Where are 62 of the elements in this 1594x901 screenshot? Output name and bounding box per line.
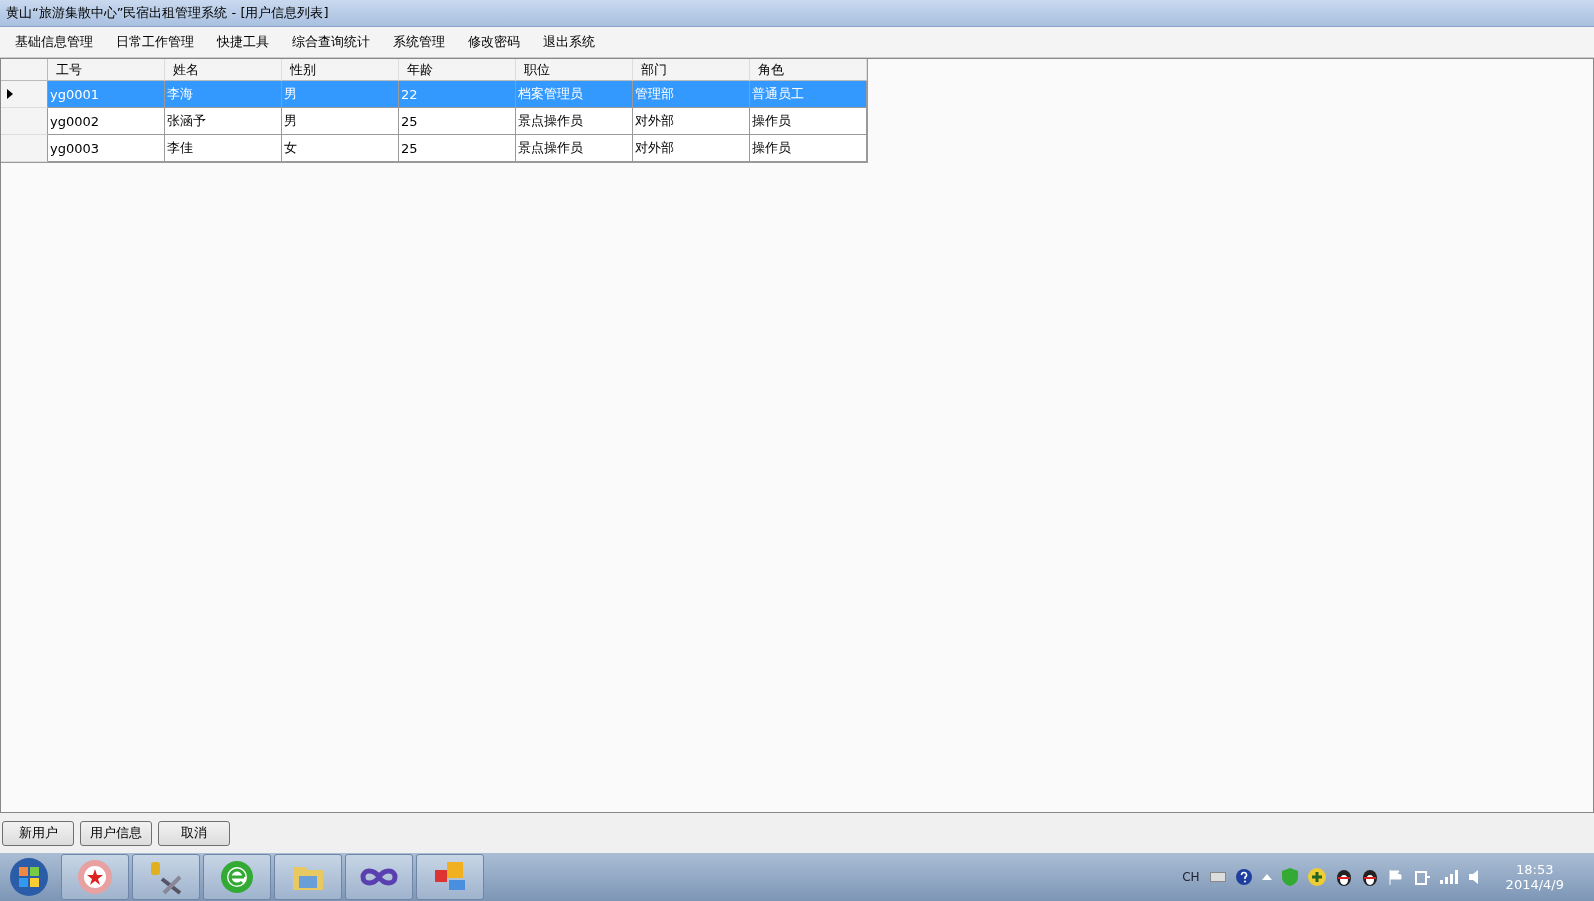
action-button[interactable]: 用户信息 bbox=[80, 820, 152, 846]
table-cell: 档案管理员 bbox=[516, 81, 633, 108]
column-header[interactable]: 职位 bbox=[516, 59, 633, 81]
windows-logo-icon bbox=[9, 857, 49, 897]
action-button[interactable]: 取消 bbox=[158, 820, 230, 846]
table-cell: 男 bbox=[282, 81, 399, 108]
column-header[interactable]: 性别 bbox=[282, 59, 399, 81]
caret-up-icon[interactable] bbox=[1261, 874, 1272, 880]
taskbar-app-button[interactable] bbox=[416, 854, 484, 900]
signal-icon[interactable] bbox=[1439, 870, 1458, 884]
table-cell: 男 bbox=[282, 108, 399, 135]
action-button[interactable]: 新用户 bbox=[2, 820, 74, 846]
table-cell: 25 bbox=[399, 135, 516, 162]
table-cell: yg0003 bbox=[48, 135, 165, 162]
column-header[interactable]: 年龄 bbox=[399, 59, 516, 81]
help-icon[interactable] bbox=[1235, 869, 1252, 885]
table-cell: 对外部 bbox=[633, 135, 750, 162]
column-header[interactable]: 角色 bbox=[750, 59, 867, 81]
taskbar-app-button[interactable] bbox=[61, 854, 129, 900]
table-cell: 对外部 bbox=[633, 108, 750, 135]
menu-item[interactable]: 综合查询统计 bbox=[281, 29, 381, 55]
taskbar-app-button[interactable] bbox=[345, 854, 413, 900]
table-cell: 女 bbox=[282, 135, 399, 162]
menu-item[interactable]: 修改密码 bbox=[457, 29, 531, 55]
flag-icon[interactable] bbox=[1387, 869, 1404, 885]
taskbar-app-button[interactable] bbox=[274, 854, 342, 900]
taskbar-app-button[interactable] bbox=[203, 854, 271, 900]
menu-item[interactable]: 日常工作管理 bbox=[105, 29, 205, 55]
column-header[interactable]: 部门 bbox=[633, 59, 750, 81]
plus-icon[interactable] bbox=[1307, 868, 1326, 886]
table-cell: 操作员 bbox=[750, 108, 867, 135]
penguin-icon[interactable] bbox=[1335, 868, 1352, 886]
table-cell: 普通员工 bbox=[750, 81, 867, 108]
badge-icon bbox=[77, 859, 113, 895]
menu-item[interactable]: 退出系统 bbox=[532, 29, 606, 55]
row-header[interactable] bbox=[1, 81, 48, 108]
column-header[interactable]: 工号 bbox=[48, 59, 165, 81]
clock-time: 18:53 bbox=[1516, 862, 1554, 877]
taskbar-app-button[interactable] bbox=[132, 854, 200, 900]
menu-item[interactable]: 系统管理 bbox=[382, 29, 456, 55]
column-header[interactable]: 姓名 bbox=[165, 59, 282, 81]
penguin-icon[interactable] bbox=[1361, 868, 1378, 886]
table-cell: 管理部 bbox=[633, 81, 750, 108]
table-cell: 景点操作员 bbox=[516, 135, 633, 162]
row-pointer-icon bbox=[7, 89, 13, 99]
window-title: 黄山“旅游集散中心”民宿出租管理系统 - [用户信息列表] bbox=[6, 4, 329, 22]
browser-icon bbox=[219, 859, 255, 895]
table-cell: 操作员 bbox=[750, 135, 867, 162]
table-cell: 25 bbox=[399, 108, 516, 135]
table-cell: 李海 bbox=[165, 81, 282, 108]
table-cell: 22 bbox=[399, 81, 516, 108]
menu-item[interactable]: 基础信息管理 bbox=[4, 29, 104, 55]
table-cell: yg0002 bbox=[48, 108, 165, 135]
table-cell: 张涵予 bbox=[165, 108, 282, 135]
table-cell: yg0001 bbox=[48, 81, 165, 108]
language-indicator[interactable]: CH bbox=[1182, 870, 1200, 884]
menu-item[interactable]: 快捷工具 bbox=[206, 29, 280, 55]
tools-icon bbox=[148, 859, 184, 895]
table-cell: 李佳 bbox=[165, 135, 282, 162]
clock-date: 2014/4/9 bbox=[1505, 877, 1564, 892]
table-cell: 景点操作员 bbox=[516, 108, 633, 135]
keyboard-icon[interactable] bbox=[1209, 872, 1226, 882]
